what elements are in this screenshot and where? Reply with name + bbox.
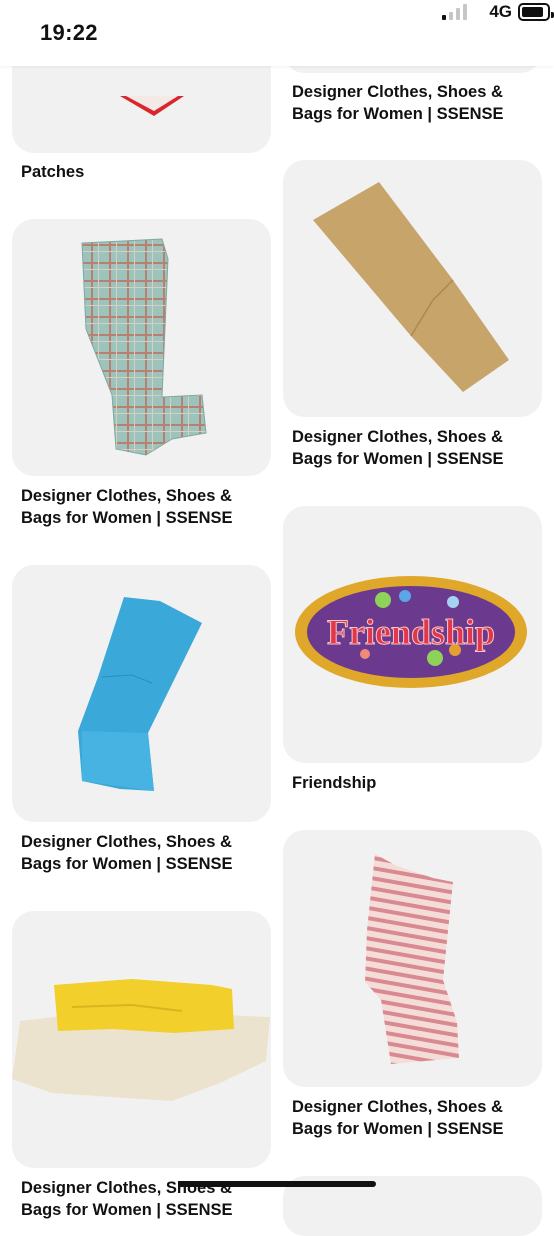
pin-title[interactable]: Designer Clothes, Shoes & Bags for Women…: [292, 427, 542, 470]
kraft-tape-image: [313, 182, 509, 392]
signal-icon: [442, 4, 468, 20]
pin-card-pink-tape[interactable]: [283, 830, 542, 1087]
pin-title[interactable]: Friendship: [292, 773, 542, 795]
pin-title[interactable]: Designer Clothes, Shoes & Bags for Women…: [21, 832, 271, 875]
patch-text: Friendship: [327, 612, 495, 652]
blue-tape-image: [78, 597, 202, 791]
network-label: 4G: [489, 2, 512, 21]
friendship-patch-image: Friendship: [295, 576, 527, 688]
pin-title[interactable]: Designer Clothes, Shoes & Bags for Women…: [292, 82, 542, 125]
pin-card-yellow-tape[interactable]: [12, 911, 271, 1168]
pink-striped-tape-image: [365, 854, 459, 1064]
plaid-tape-image: [81, 238, 207, 456]
battery-icon: [518, 3, 554, 21]
pin-card-blue-tape[interactable]: [12, 565, 271, 822]
pin-card-plaid-tape[interactable]: [12, 219, 271, 476]
home-indicator[interactable]: [178, 1181, 376, 1187]
yellow-beige-tape-image: [12, 979, 270, 1101]
pin-title[interactable]: Designer Clothes, Shoes & Bags for Women…: [292, 1097, 542, 1140]
pin-card-kraft-tape[interactable]: [283, 160, 542, 417]
pin-title[interactable]: Patches: [21, 162, 271, 184]
pin-card-friendship[interactable]: Friendship: [283, 506, 542, 763]
status-time: 19:22: [40, 20, 98, 45]
status-bar: 19:22 4G: [0, 0, 554, 66]
pin-title[interactable]: Designer Clothes, Shoes & Bags for Women…: [21, 486, 271, 529]
